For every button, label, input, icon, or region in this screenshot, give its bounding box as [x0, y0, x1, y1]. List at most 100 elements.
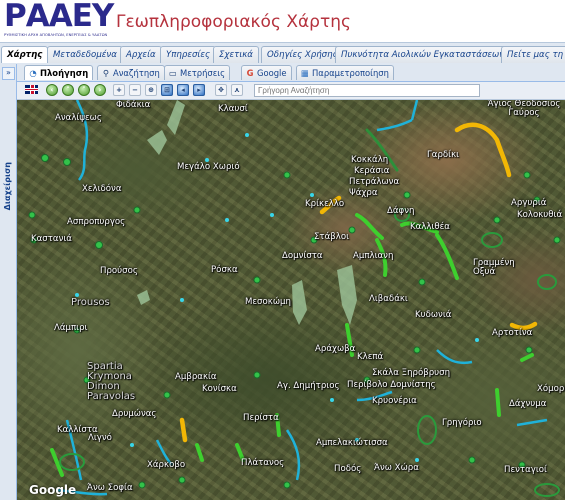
zoom-previous-icon[interactable]: ◂	[177, 84, 189, 96]
station-marker	[525, 346, 533, 354]
cyan-marker	[270, 213, 274, 217]
subtab-navigation[interactable]: ◔ Πλοήγηση	[24, 65, 94, 80]
map-label: Δάφνη	[387, 206, 415, 216]
map-label: Πετράλωνα	[349, 177, 400, 187]
navigation-icon: ◔	[29, 68, 37, 78]
tab-files[interactable]: Αρχεία	[120, 46, 162, 63]
wind-farm	[355, 213, 384, 240]
app-header: ΡΑΑΕΥ ΡΥΘΜΙΣΤΙΚΗ ΑΡΧΗ ΑΠΟΒΛΗΤΩΝ, ΕΝΕΡΓΕΙ…	[0, 0, 565, 42]
map-label: Δρυμώνας	[112, 409, 157, 419]
river-line	[436, 349, 473, 365]
wind-farm-yellow	[454, 122, 512, 178]
station-marker	[553, 236, 561, 244]
map-label: Άνω Σοφία	[87, 483, 133, 493]
wind-farm	[520, 353, 534, 362]
map-toolbar: ‹ ˄ ˅ › + − ⊕ ⊞ ◂ ▸ ✥ ⋏	[17, 82, 565, 100]
station-marker	[63, 158, 71, 166]
app-title: Γεωπληροφοριακός Χάρτης	[116, 12, 351, 32]
tools-tabbar: ◔ Πλοήγηση ⚲ Αναζήτηση ▭ Μετρήσεις G Google …	[17, 64, 565, 82]
google-attribution: Google	[29, 483, 77, 497]
tab-wind-density[interactable]: Πυκνότητα Αιολικών Εγκαταστάσεων	[335, 46, 511, 63]
map-label: Ψάχρα	[349, 188, 378, 198]
station-marker	[253, 371, 261, 379]
down-arrow-icon[interactable]: ˅	[78, 84, 90, 96]
map-label: Αναλίψεως	[55, 113, 102, 123]
subtab-search[interactable]: ⚲ Αναζήτηση	[97, 65, 165, 80]
cyan-marker	[415, 458, 419, 462]
subtab-label: Μετρήσεις	[180, 68, 226, 78]
zoom-next-icon[interactable]: ▸	[193, 84, 205, 96]
map-label: Κολοκυθιά	[517, 210, 563, 220]
expand-panel-button[interactable]: »	[2, 67, 15, 80]
station-marker	[178, 476, 186, 484]
up-arrow-icon[interactable]: ˄	[62, 84, 74, 96]
map-label: Ασπροπυργος	[67, 217, 126, 227]
map-label: Σκάλα Ξηρόβρυση	[372, 368, 451, 378]
google-icon: G	[246, 68, 254, 78]
english-flag-icon[interactable]	[25, 85, 38, 94]
map-label: Κρίκελλο	[305, 199, 345, 209]
back-arrow-icon[interactable]: ‹	[46, 84, 58, 96]
protected-area	[137, 290, 150, 305]
tab-services[interactable]: Υπηρεσίες	[160, 46, 217, 63]
side-panel-label[interactable]: Διαχείριση	[3, 162, 12, 210]
map-label: Άνω Χώρα	[374, 463, 419, 473]
map-label: Αγ. Δημήτριος	[277, 381, 340, 391]
subtab-google[interactable]: G Google	[241, 65, 292, 80]
pan-icon[interactable]: ✥	[215, 84, 227, 96]
zoom-out-icon[interactable]: −	[129, 84, 141, 96]
map-label: Spartia Krymona Dimon Paravolas	[87, 361, 136, 402]
cyan-marker	[245, 133, 249, 137]
forward-arrow-icon[interactable]: ›	[94, 84, 106, 96]
installation-outline	[481, 232, 503, 248]
map-label: Αμβρακία	[175, 372, 217, 382]
tab-metadata[interactable]: Μεταδεδομένα	[47, 46, 123, 63]
tab-user-guide[interactable]: Οδηγίες Χρήσης	[261, 46, 344, 63]
map-label: Δάχνυμα	[509, 399, 547, 409]
logo-subtitle: ΡΥΘΜΙΣΤΙΚΗ ΑΡΧΗ ΑΠΟΒΛΗΤΩΝ, ΕΝΕΡΓΕΙΑΣ & Υ…	[4, 33, 108, 37]
protected-area	[167, 100, 185, 135]
map-label: Αμπλιανη	[353, 251, 394, 261]
map-label: Καλλιθέα	[410, 222, 450, 232]
raaey-logo[interactable]: ΡΑΑΕΥ ΡΥΘΜΙΣΤΙΚΗ ΑΡΧΗ ΑΠΟΒΛΗΤΩΝ, ΕΝΕΡΓΕΙ…	[4, 0, 114, 40]
collapsed-side-panel: » Διαχείριση	[0, 64, 17, 500]
quick-search-input[interactable]	[254, 84, 480, 97]
installation-outline	[534, 483, 560, 497]
map-label: Prousos	[71, 297, 110, 308]
subtab-label: Αναζήτηση	[113, 68, 160, 78]
river-line	[376, 118, 413, 132]
map-label: Γρηγόριο	[442, 418, 482, 428]
map-label: Μεγάλο Χωριό	[177, 162, 240, 172]
map-label: Περίστα	[243, 413, 279, 423]
map-label: Κοκκάλη	[351, 155, 389, 165]
search-icon: ⚲	[102, 68, 110, 78]
tab-about[interactable]: Σχετικά	[213, 46, 259, 63]
station-marker	[41, 154, 49, 162]
station-marker	[403, 191, 411, 199]
cyan-marker	[130, 443, 134, 447]
map-label: Αράχωβα	[315, 344, 356, 354]
ruler-icon: ▭	[169, 68, 177, 78]
logo-text: ΡΑΑΕΥ	[4, 0, 114, 34]
measure-icon[interactable]: ⋏	[231, 84, 243, 96]
map-label: Χελιδόνα	[82, 184, 122, 194]
zoom-extent-icon[interactable]: ⊞	[161, 84, 173, 96]
subtab-label: Παραμετροποίηση	[312, 68, 389, 78]
installation-outline	[59, 453, 85, 471]
subtab-label: Πλοήγηση	[40, 68, 89, 78]
subtab-settings[interactable]: ▦ Παραμετροποίηση	[296, 65, 394, 80]
wind-farm-yellow	[179, 417, 188, 443]
map-canvas[interactable]: Φιδάκια Κλαυσί Άγιος Θεοδόσιος Γαύρος Αν…	[17, 100, 565, 500]
tab-map[interactable]: Χάρτης	[1, 46, 49, 63]
station-marker	[493, 216, 501, 224]
subtab-measurements[interactable]: ▭ Μετρήσεις	[164, 65, 231, 80]
station-marker	[523, 171, 531, 179]
river-line	[285, 429, 301, 481]
zoom-in-icon[interactable]: +	[113, 84, 125, 96]
map-label: Προύσος	[100, 266, 138, 276]
tab-feedback[interactable]: Πείτε μας τη γ	[501, 46, 565, 63]
map-label: Στάβλοι	[314, 232, 350, 242]
zoom-box-icon[interactable]: ⊕	[145, 84, 157, 96]
installation-outline	[417, 415, 437, 445]
map-label: Καλλίστα	[57, 425, 98, 435]
